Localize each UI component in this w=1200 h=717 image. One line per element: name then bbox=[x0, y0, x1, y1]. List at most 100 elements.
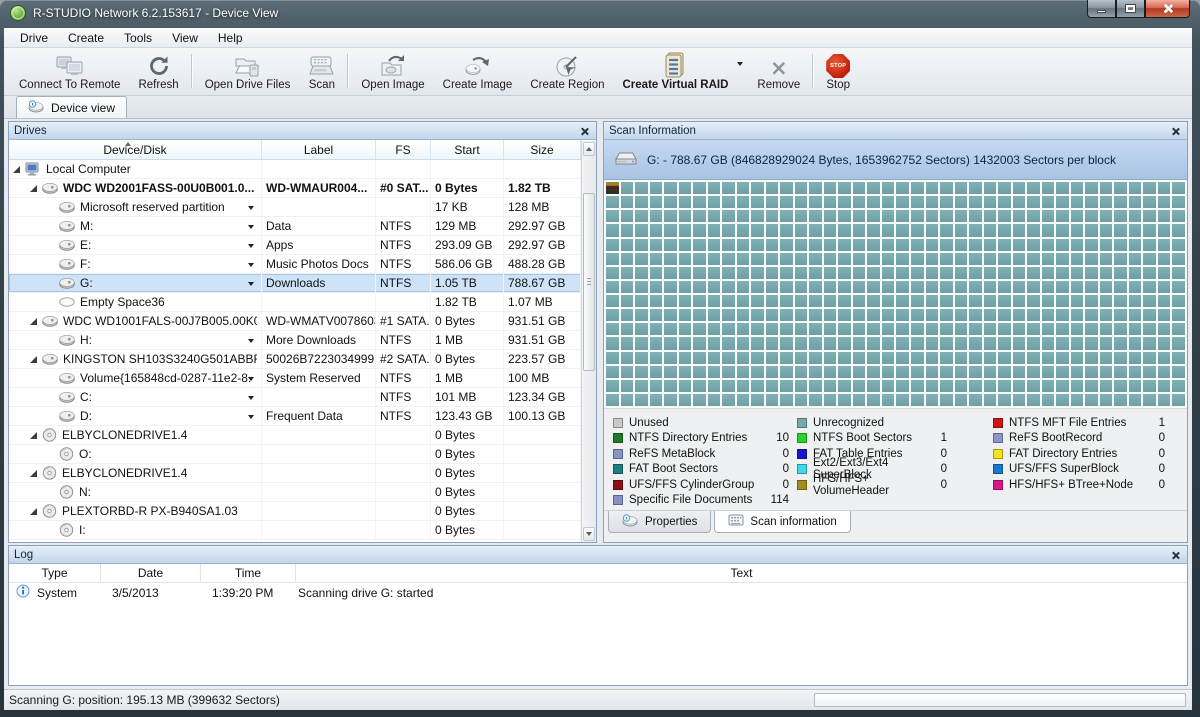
scan-block[interactable] bbox=[955, 337, 968, 349]
scan-block[interactable] bbox=[896, 309, 909, 321]
scan-block[interactable] bbox=[1056, 267, 1069, 279]
scan-block[interactable] bbox=[867, 380, 880, 392]
scan-block[interactable] bbox=[1129, 394, 1142, 406]
scan-block[interactable] bbox=[809, 281, 822, 293]
scan-block[interactable] bbox=[1129, 253, 1142, 265]
scan-block[interactable] bbox=[1027, 394, 1040, 406]
scan-block[interactable] bbox=[780, 182, 793, 194]
scan-block[interactable] bbox=[635, 196, 648, 208]
scan-block[interactable] bbox=[824, 323, 837, 335]
scan-block[interactable] bbox=[1085, 267, 1098, 279]
scan-block[interactable] bbox=[722, 253, 735, 265]
scan-block[interactable] bbox=[1143, 337, 1156, 349]
scan-block[interactable] bbox=[1129, 380, 1142, 392]
scan-block[interactable] bbox=[1042, 253, 1055, 265]
scan-block[interactable] bbox=[606, 281, 619, 293]
scan-block[interactable] bbox=[1042, 295, 1055, 307]
tree-expander-icon[interactable] bbox=[13, 166, 20, 173]
scan-block[interactable] bbox=[1071, 323, 1084, 335]
column-fs[interactable]: FS bbox=[395, 143, 410, 157]
scan-block[interactable] bbox=[708, 309, 721, 321]
scan-block[interactable] bbox=[650, 196, 663, 208]
scan-block[interactable] bbox=[1085, 366, 1098, 378]
scan-block[interactable] bbox=[940, 224, 953, 236]
scan-block[interactable] bbox=[969, 239, 982, 251]
scan-block[interactable] bbox=[1158, 281, 1171, 293]
scan-block[interactable] bbox=[882, 380, 895, 392]
scan-block[interactable] bbox=[708, 210, 721, 222]
scan-block[interactable] bbox=[809, 380, 822, 392]
scan-block[interactable] bbox=[853, 366, 866, 378]
scan-block[interactable] bbox=[1158, 309, 1171, 321]
scan-block[interactable] bbox=[679, 196, 692, 208]
scan-block[interactable] bbox=[780, 253, 793, 265]
scan-block[interactable] bbox=[635, 309, 648, 321]
scan-block[interactable] bbox=[1158, 380, 1171, 392]
scan-block[interactable] bbox=[809, 394, 822, 406]
scan-block[interactable] bbox=[867, 267, 880, 279]
scan-block[interactable] bbox=[606, 337, 619, 349]
scan-block[interactable] bbox=[708, 366, 721, 378]
scan-block[interactable] bbox=[1114, 182, 1127, 194]
scan-block[interactable] bbox=[1114, 337, 1127, 349]
scan-block[interactable] bbox=[664, 380, 677, 392]
scan-block[interactable] bbox=[621, 239, 634, 251]
scan-block[interactable] bbox=[737, 253, 750, 265]
scan-block[interactable] bbox=[1172, 323, 1185, 335]
scan-block[interactable] bbox=[809, 267, 822, 279]
scan-block[interactable] bbox=[896, 380, 909, 392]
scan-block[interactable] bbox=[664, 295, 677, 307]
scan-block[interactable] bbox=[809, 239, 822, 251]
scan-block[interactable] bbox=[969, 196, 982, 208]
drive-row-kingston-sh103s3240g501abbf0[interactable]: KINGSTON SH103S3240G501ABBF050026B722303… bbox=[9, 350, 581, 369]
scan-block[interactable] bbox=[737, 337, 750, 349]
scan-block[interactable] bbox=[693, 210, 706, 222]
scan-block[interactable] bbox=[1085, 337, 1098, 349]
drive-row-f[interactable]: F:Music Photos DocsNTFS586.06 GB488.28 G… bbox=[9, 255, 581, 274]
scan-block[interactable] bbox=[1114, 309, 1127, 321]
scan-block[interactable] bbox=[780, 380, 793, 392]
scan-block[interactable] bbox=[1158, 224, 1171, 236]
close-button[interactable] bbox=[1145, 0, 1190, 18]
scan-block[interactable] bbox=[896, 352, 909, 364]
scan-block[interactable] bbox=[940, 394, 953, 406]
scan-block[interactable] bbox=[1085, 281, 1098, 293]
scan-block[interactable] bbox=[1100, 267, 1113, 279]
scan-block[interactable] bbox=[911, 323, 924, 335]
scan-block[interactable] bbox=[1071, 182, 1084, 194]
drive-row-wdc-wd2001fass-00u0b001-0[interactable]: WDC WD2001FASS-00U0B001.0...WD-WMAUR004.… bbox=[9, 179, 581, 198]
scan-block[interactable] bbox=[926, 337, 939, 349]
scan-block[interactable] bbox=[940, 309, 953, 321]
scan-block[interactable] bbox=[1114, 239, 1127, 251]
scan-block[interactable] bbox=[1071, 380, 1084, 392]
scan-block[interactable] bbox=[766, 182, 779, 194]
scan-block[interactable] bbox=[708, 323, 721, 335]
scan-block[interactable] bbox=[911, 196, 924, 208]
scan-block[interactable] bbox=[1071, 309, 1084, 321]
scan-block[interactable] bbox=[1100, 380, 1113, 392]
scan-block[interactable] bbox=[751, 366, 764, 378]
scan-block[interactable] bbox=[795, 267, 808, 279]
scan-block[interactable] bbox=[1100, 182, 1113, 194]
drive-row-wdc-wd1001fals-00j7b005-00k05[interactable]: WDC WD1001FALS-00J7B005.00K05WD-WMATV007… bbox=[9, 312, 581, 331]
drive-row-e[interactable]: E:AppsNTFS293.09 GB292.97 GB bbox=[9, 236, 581, 255]
scan-block[interactable] bbox=[984, 224, 997, 236]
scan-block[interactable] bbox=[1056, 196, 1069, 208]
scan-block[interactable] bbox=[606, 352, 619, 364]
scan-block[interactable] bbox=[882, 394, 895, 406]
scan-block[interactable] bbox=[896, 224, 909, 236]
log-row[interactable]: System3/5/20131:39:20 PMScanning drive G… bbox=[9, 583, 1187, 602]
scan-block[interactable] bbox=[969, 366, 982, 378]
scan-block[interactable] bbox=[984, 309, 997, 321]
scan-block[interactable] bbox=[1129, 309, 1142, 321]
drives-scrollbar[interactable] bbox=[581, 141, 596, 542]
scan-block[interactable] bbox=[1158, 394, 1171, 406]
scan-block[interactable] bbox=[1100, 352, 1113, 364]
scan-block[interactable] bbox=[766, 337, 779, 349]
tab-properties[interactable]: Properties bbox=[608, 511, 711, 533]
scan-block[interactable] bbox=[824, 253, 837, 265]
maximize-button[interactable] bbox=[1116, 0, 1145, 18]
scan-block[interactable] bbox=[1056, 281, 1069, 293]
scan-block[interactable] bbox=[1056, 295, 1069, 307]
scan-block[interactable] bbox=[606, 253, 619, 265]
